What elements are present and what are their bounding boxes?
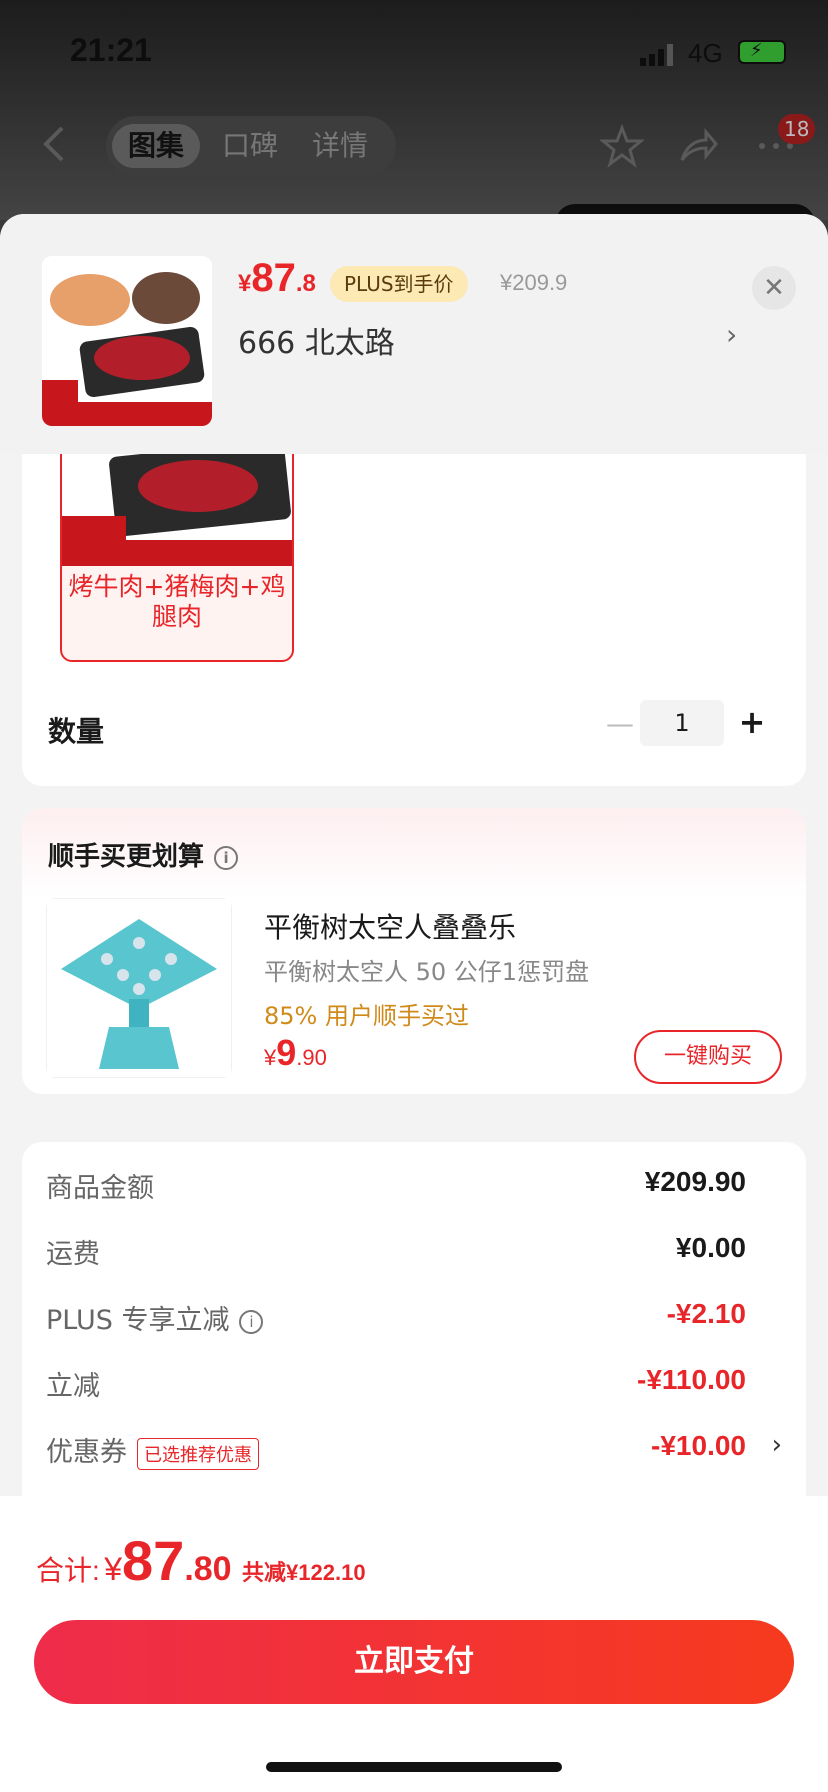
addon-title: 顺手买更划算 i — [48, 836, 239, 873]
quantity-label: 数量 — [48, 715, 105, 748]
top-nav: 图集 口碑 详情 18 — [0, 110, 828, 234]
one-click-buy-button[interactable]: 一键购买 — [634, 1030, 782, 1084]
summary-value: -¥110.00 — [637, 1364, 746, 1395]
delivery-address[interactable]: 666 北太路 — [238, 318, 395, 362]
addon-image[interactable] — [46, 898, 232, 1078]
quantity-input[interactable]: 1 — [640, 700, 724, 746]
back-icon[interactable] — [38, 124, 72, 164]
summary-row: PLUS 专享立减 i -¥2.10 — [46, 1298, 782, 1338]
summary-value: -¥10.00 — [651, 1430, 746, 1461]
summary-value: -¥2.10 — [666, 1298, 746, 1329]
total-saved: 共减¥122.10 — [242, 1560, 366, 1585]
summary-value: ¥209.90 — [644, 1166, 746, 1197]
summary-row: 运费 ¥0.00 — [46, 1232, 782, 1272]
star-icon[interactable] — [600, 124, 644, 168]
addon-desc: 平衡树太空人 50 公仔1惩罚盘 — [264, 958, 590, 986]
battery-icon: ⚡ — [738, 40, 786, 64]
summary-row: 立减 -¥110.00 — [46, 1364, 782, 1404]
plus-price-tag: PLUS到手价 — [330, 266, 468, 302]
summary-row: 商品金额 ¥209.90 — [46, 1166, 782, 1206]
summary-label: 立减 — [46, 1371, 100, 1402]
status-time: 21:21 — [70, 32, 152, 68]
summary-label: 商品金额 — [46, 1173, 154, 1204]
summary-label: PLUS 专享立减 i — [46, 1298, 264, 1337]
addon-stat: 85% 用户顺手买过 — [264, 1002, 469, 1030]
tab-bar: 图集 口碑 详情 — [106, 116, 396, 176]
product-thumbnail — [42, 256, 212, 426]
tab-reviews[interactable]: 口碑 — [206, 124, 294, 168]
plus-icon[interactable]: + — [732, 702, 772, 742]
summary-value: ¥0.00 — [675, 1232, 746, 1263]
original-price: ¥209.9 — [500, 270, 568, 295]
share-icon[interactable] — [676, 124, 720, 168]
addon-card: 顺手买更划算 i 平衡树太空人叠叠乐 平衡树太空人 50 公仔1惩罚盘 85% 用… — [22, 808, 806, 1094]
spec-option-image — [62, 442, 292, 566]
minus-icon[interactable]: — — [600, 704, 640, 744]
sheet-header: ¥87.8 PLUS到手价 ¥209.9 ✕ 666 北太路 › — [0, 214, 828, 454]
tab-gallery[interactable]: 图集 — [112, 124, 200, 168]
summary-label: 优惠券 已选推荐优惠 — [46, 1430, 259, 1470]
summary-card: 商品金额 ¥209.90 运费 ¥0.00 PLUS 专享立减 i -¥2.10 … — [22, 1142, 806, 1542]
info-icon[interactable]: i — [214, 845, 239, 870]
chevron-right-icon[interactable]: › — [772, 1430, 782, 1460]
addon-name[interactable]: 平衡树太空人叠叠乐 — [264, 906, 516, 946]
spec-option-label: 烤牛肉+猪梅肉+鸡腿肉 — [68, 572, 286, 631]
coupon-tag: 已选推荐优惠 — [137, 1437, 259, 1470]
chevron-right-icon[interactable]: › — [726, 318, 737, 351]
network-type: 4G — [688, 38, 723, 68]
notification-badge: 18 — [778, 114, 816, 144]
summary-label: 运费 — [46, 1239, 100, 1270]
pay-now-button[interactable]: 立即支付 — [34, 1620, 794, 1704]
home-indicator — [266, 1762, 562, 1772]
sheet-price: ¥87.8 — [238, 256, 316, 300]
tab-details[interactable]: 详情 — [296, 124, 384, 168]
spec-card: 烤牛肉+猪梅肉+鸡腿肉 数量 — 1 + — [22, 440, 806, 786]
status-bar: 21:21 4G ⚡ — [0, 0, 828, 100]
spec-option[interactable]: 烤牛肉+猪梅肉+鸡腿肉 — [60, 440, 294, 662]
coupon-row[interactable]: 优惠券 已选推荐优惠 -¥10.00 › — [46, 1430, 782, 1470]
signal-icon — [640, 44, 673, 66]
addon-price: ¥9.90 — [264, 1032, 327, 1073]
checkout-footer: 合计: ¥87.80 共减¥122.10 立即支付 — [0, 1496, 828, 1792]
info-icon[interactable]: i — [239, 1309, 264, 1334]
total-price: 合计: ¥87.80 共减¥122.10 — [36, 1529, 366, 1592]
close-icon[interactable]: ✕ — [752, 266, 796, 310]
